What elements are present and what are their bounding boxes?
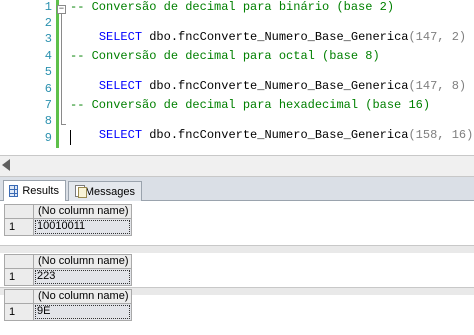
collapse-outline-icon[interactable]: − — [57, 5, 66, 14]
row-number[interactable]: 1 — [4, 304, 34, 321]
tab-results-label: Results — [22, 185, 59, 197]
line-number-gutter: 1 2 3 4 5 6 7 8 9 — [0, 0, 58, 155]
result-grid[interactable]: (No column name) 1 10010011 — [4, 204, 132, 237]
query-editor[interactable]: 1 2 3 4 5 6 7 8 9 − -- Conversão de deci… — [0, 0, 474, 155]
result-grid[interactable]: (No column name) 1 223 — [4, 254, 132, 287]
code-line-comment[interactable]: -- Conversão de decimal para hexadecimal… — [70, 98, 430, 112]
result-cell-value: 10010011 — [37, 220, 86, 232]
outline-guide — [61, 12, 62, 124]
code-line-comment[interactable]: -- Conversão de decimal para octal (base… — [70, 49, 380, 63]
result-cell[interactable]: 9E — [34, 304, 132, 321]
function-name: dbo.fncConverte_Numero_Base_Generica — [142, 79, 409, 93]
sql-keyword: SELECT — [98, 30, 143, 44]
code-line-comment[interactable]: -- Conversão de decimal para binário (ba… — [70, 0, 394, 14]
sql-keyword: SELECT — [98, 128, 143, 142]
result-grid[interactable]: (No column name) 1 9E — [4, 289, 132, 322]
row-number[interactable]: 1 — [4, 219, 34, 236]
tab-messages[interactable]: Messages — [68, 181, 142, 201]
column-header[interactable]: (No column name) — [34, 254, 132, 269]
outline-guide-end — [61, 124, 66, 125]
change-tracking-bar — [56, 0, 59, 148]
editor-results-splitter[interactable] — [0, 155, 474, 177]
sql-keyword: SELECT — [98, 79, 143, 93]
function-name: dbo.fncConverte_Numero_Base_Generica — [142, 128, 409, 142]
column-header[interactable]: (No column name) — [34, 289, 132, 304]
function-args: (147, 2) — [408, 30, 467, 44]
scroll-left-arrow-icon[interactable] — [2, 159, 10, 171]
line-number: 1 — [44, 0, 52, 14]
results-pane: (No column name) 1 10010011 (No column n… — [0, 201, 474, 335]
messages-icon — [74, 185, 87, 198]
line-number: 6 — [44, 82, 52, 96]
line-number: 9 — [44, 131, 52, 145]
row-number[interactable]: 1 — [4, 269, 34, 286]
grid-corner-header[interactable] — [4, 289, 34, 304]
grid-corner-header[interactable] — [4, 254, 34, 269]
line-number: 2 — [44, 16, 52, 30]
result-cell[interactable]: 223 — [34, 269, 132, 286]
grid-corner-header[interactable] — [4, 204, 34, 219]
line-number: 7 — [44, 98, 52, 112]
column-header[interactable]: (No column name) — [34, 204, 132, 219]
text-caret — [70, 130, 71, 145]
tab-messages-label: Messages — [84, 185, 135, 198]
line-number: 5 — [44, 65, 52, 79]
function-args: (158, 16) — [408, 128, 474, 142]
function-name: dbo.fncConverte_Numero_Base_Generica — [142, 30, 409, 44]
result-cell-value: 9E — [37, 305, 51, 317]
result-cell-value: 223 — [37, 270, 56, 282]
tab-results[interactable]: Results — [3, 180, 66, 201]
result-grid-separator[interactable] — [0, 245, 474, 253]
line-number: 3 — [44, 32, 52, 46]
line-number: 4 — [44, 49, 52, 63]
code-line-select[interactable]: SELECT dbo.fncConverte_Numero_Base_Gener… — [70, 114, 473, 156]
line-number: 8 — [44, 114, 52, 128]
function-args: (147, 8) — [408, 79, 467, 93]
results-grid-icon — [9, 185, 19, 197]
result-cell[interactable]: 10010011 — [34, 219, 132, 236]
